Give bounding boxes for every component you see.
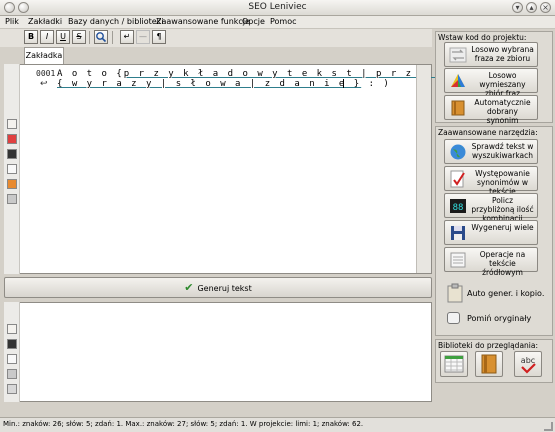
check-icon: ✔ <box>184 281 194 294</box>
editor-textarea[interactable] <box>4 64 432 274</box>
note-icon[interactable] <box>7 324 17 334</box>
palette-icon <box>451 74 465 87</box>
resize-grip-icon[interactable] <box>544 422 553 431</box>
skip-originals-toggle[interactable] <box>447 312 460 324</box>
skip-originals-label[interactable]: Pomiń oryginały <box>467 314 531 323</box>
tab-zakladka[interactable]: Zakładka <box>24 47 64 64</box>
document-icon[interactable] <box>7 354 17 364</box>
svg-text:88: 88 <box>453 203 464 213</box>
random-phrase-button[interactable]: Losowo wybrana fraza ze zbioru <box>444 42 538 67</box>
generate-many-button[interactable]: Wygeneruj wiele <box>444 220 538 245</box>
minimize-button[interactable]: ▾ <box>512 2 523 13</box>
document-icon[interactable] <box>7 164 17 174</box>
toolbar-separator <box>89 31 90 44</box>
generate-label: Generuj tekst <box>197 284 252 293</box>
disk-icon <box>451 226 465 240</box>
toolbar-separator <box>112 31 113 44</box>
library-table-button[interactable] <box>440 351 468 377</box>
table-icon <box>444 355 464 373</box>
bold-button[interactable]: B <box>24 30 38 44</box>
source-text-operations-label: Operacje na tekście źródłowym <box>479 250 526 277</box>
libraries-title: Biblioteki do przeglądania: <box>438 341 538 350</box>
note-icon[interactable] <box>7 119 17 129</box>
dash-icon: — <box>139 32 147 41</box>
strike-button[interactable]: S <box>72 30 86 44</box>
plain-text: : ) <box>361 79 391 89</box>
editor-gutter <box>4 64 20 274</box>
random-phrase-label: Losowo wybrana fraza ze zbioru <box>471 45 534 63</box>
format-toolbar: B I U S ↵ — ¶ <box>0 29 432 47</box>
menu-plik[interactable]: Plik <box>5 17 19 26</box>
print-icon[interactable] <box>7 369 17 379</box>
search-button[interactable] <box>94 30 108 44</box>
folder-icon[interactable] <box>7 179 17 189</box>
tab-strip: Zakładka <box>4 47 432 64</box>
notepad-icon <box>450 252 466 268</box>
maximize-button[interactable]: ▴ <box>526 2 537 13</box>
status-text: Min.: znaków: 26; słów: 5; zdań: 1. Max.… <box>3 420 364 428</box>
spin-text: { w y r a z y | s ł o w a | z d a n i e … <box>57 79 362 89</box>
menu-opcje[interactable]: Opcje <box>242 17 265 26</box>
arrows-icon <box>449 47 467 63</box>
globe-icon <box>450 144 466 160</box>
clipboard-icon[interactable] <box>446 283 464 303</box>
delete-icon[interactable] <box>7 134 17 144</box>
counter-icon: 88 <box>450 199 466 213</box>
paragraph-button[interactable]: ¶ <box>152 30 166 44</box>
newline-button[interactable]: ↵ <box>120 30 134 44</box>
window-title: SEO Leniviec <box>248 2 307 12</box>
paragraph-icon: ¶ <box>156 32 162 41</box>
insert-code-title: Wstaw kod do projektu: <box>438 33 527 42</box>
line-number: 0001 <box>36 69 56 78</box>
editor-scrollbar[interactable] <box>416 65 431 273</box>
output-gutter <box>4 302 20 402</box>
return-icon: ↵ <box>123 32 131 41</box>
library-spellcheck-button[interactable]: abc <box>514 351 542 377</box>
menu-zaawansowane[interactable]: Zaawansowane funkcje <box>156 17 250 26</box>
output-textarea[interactable] <box>4 302 432 402</box>
book-icon <box>481 354 497 374</box>
menu-pomoc[interactable]: Pomoc <box>270 17 297 26</box>
plain-text: A o t o { <box>57 69 124 79</box>
dash-button[interactable]: — <box>136 30 150 44</box>
book-icon <box>451 100 465 116</box>
checklist-icon <box>450 170 465 188</box>
text-caret <box>343 79 344 88</box>
spellcheck-icon: abc <box>521 356 536 374</box>
svg-text:abc: abc <box>521 356 535 365</box>
shuffle-phrases-button[interactable]: Losowo wymieszany zbiór fraz <box>444 68 538 98</box>
copy-icon[interactable] <box>7 384 17 394</box>
generate-text-button[interactable]: ✔ Generuj tekst <box>4 277 432 298</box>
generate-many-label: Wygeneruj wiele <box>471 223 534 232</box>
menu-zakladki[interactable]: Zakładki <box>28 17 62 26</box>
check-search-engines-label: Sprawdź tekst w wyszukiwarkach <box>471 142 534 160</box>
wrap-icon: ↩ <box>40 79 48 89</box>
underline-button[interactable]: U <box>56 30 70 44</box>
source-text-operations-button[interactable]: Operacje na tekście źródłowym <box>444 247 538 277</box>
close-button[interactable]: × <box>540 2 551 13</box>
title-bar: SEO Leniviec ▾ ▴ × <box>0 0 555 16</box>
count-combinations-button[interactable]: 88 Policz przybliżoną ilość kombinacji <box>444 193 538 223</box>
library-book-button[interactable] <box>475 351 503 377</box>
save-icon[interactable] <box>7 339 17 349</box>
save-icon[interactable] <box>7 149 17 159</box>
synonym-button[interactable]: Automatycznie dobrany synonim <box>444 95 538 125</box>
magnifier-icon <box>96 32 107 43</box>
italic-button[interactable]: I <box>40 30 54 44</box>
shuffle-phrases-label: Losowo wymieszany zbiór fraz <box>479 71 526 98</box>
synonym-label: Automatycznie dobrany synonim <box>474 98 531 125</box>
auto-generate-copy-label[interactable]: Auto gener. i kopio. <box>467 289 544 298</box>
menu-bar: Plik Zakładki Bazy danych / biblioteki Z… <box>0 16 555 29</box>
print-icon[interactable] <box>7 194 17 204</box>
synonym-occurrence-button[interactable]: Występowanie synonimów w tekście <box>444 166 538 196</box>
status-bar: Min.: znaków: 26; słów: 5; zdań: 1. Max.… <box>0 417 555 432</box>
check-search-engines-button[interactable]: Sprawdź tekst w wyszukiwarkach <box>444 139 538 164</box>
advanced-tools-title: Zaawansowane narzędzia: <box>438 128 538 137</box>
count-combinations-label: Policz przybliżoną ilość kombinacji <box>471 196 534 223</box>
editor-line-2: { w y r a z y | s ł o w a | z d a n i e … <box>57 79 391 89</box>
menu-bazy-danych[interactable]: Bazy danych / biblioteki <box>68 17 164 26</box>
synonym-occurrence-label: Występowanie synonimów w tekście <box>475 169 530 196</box>
